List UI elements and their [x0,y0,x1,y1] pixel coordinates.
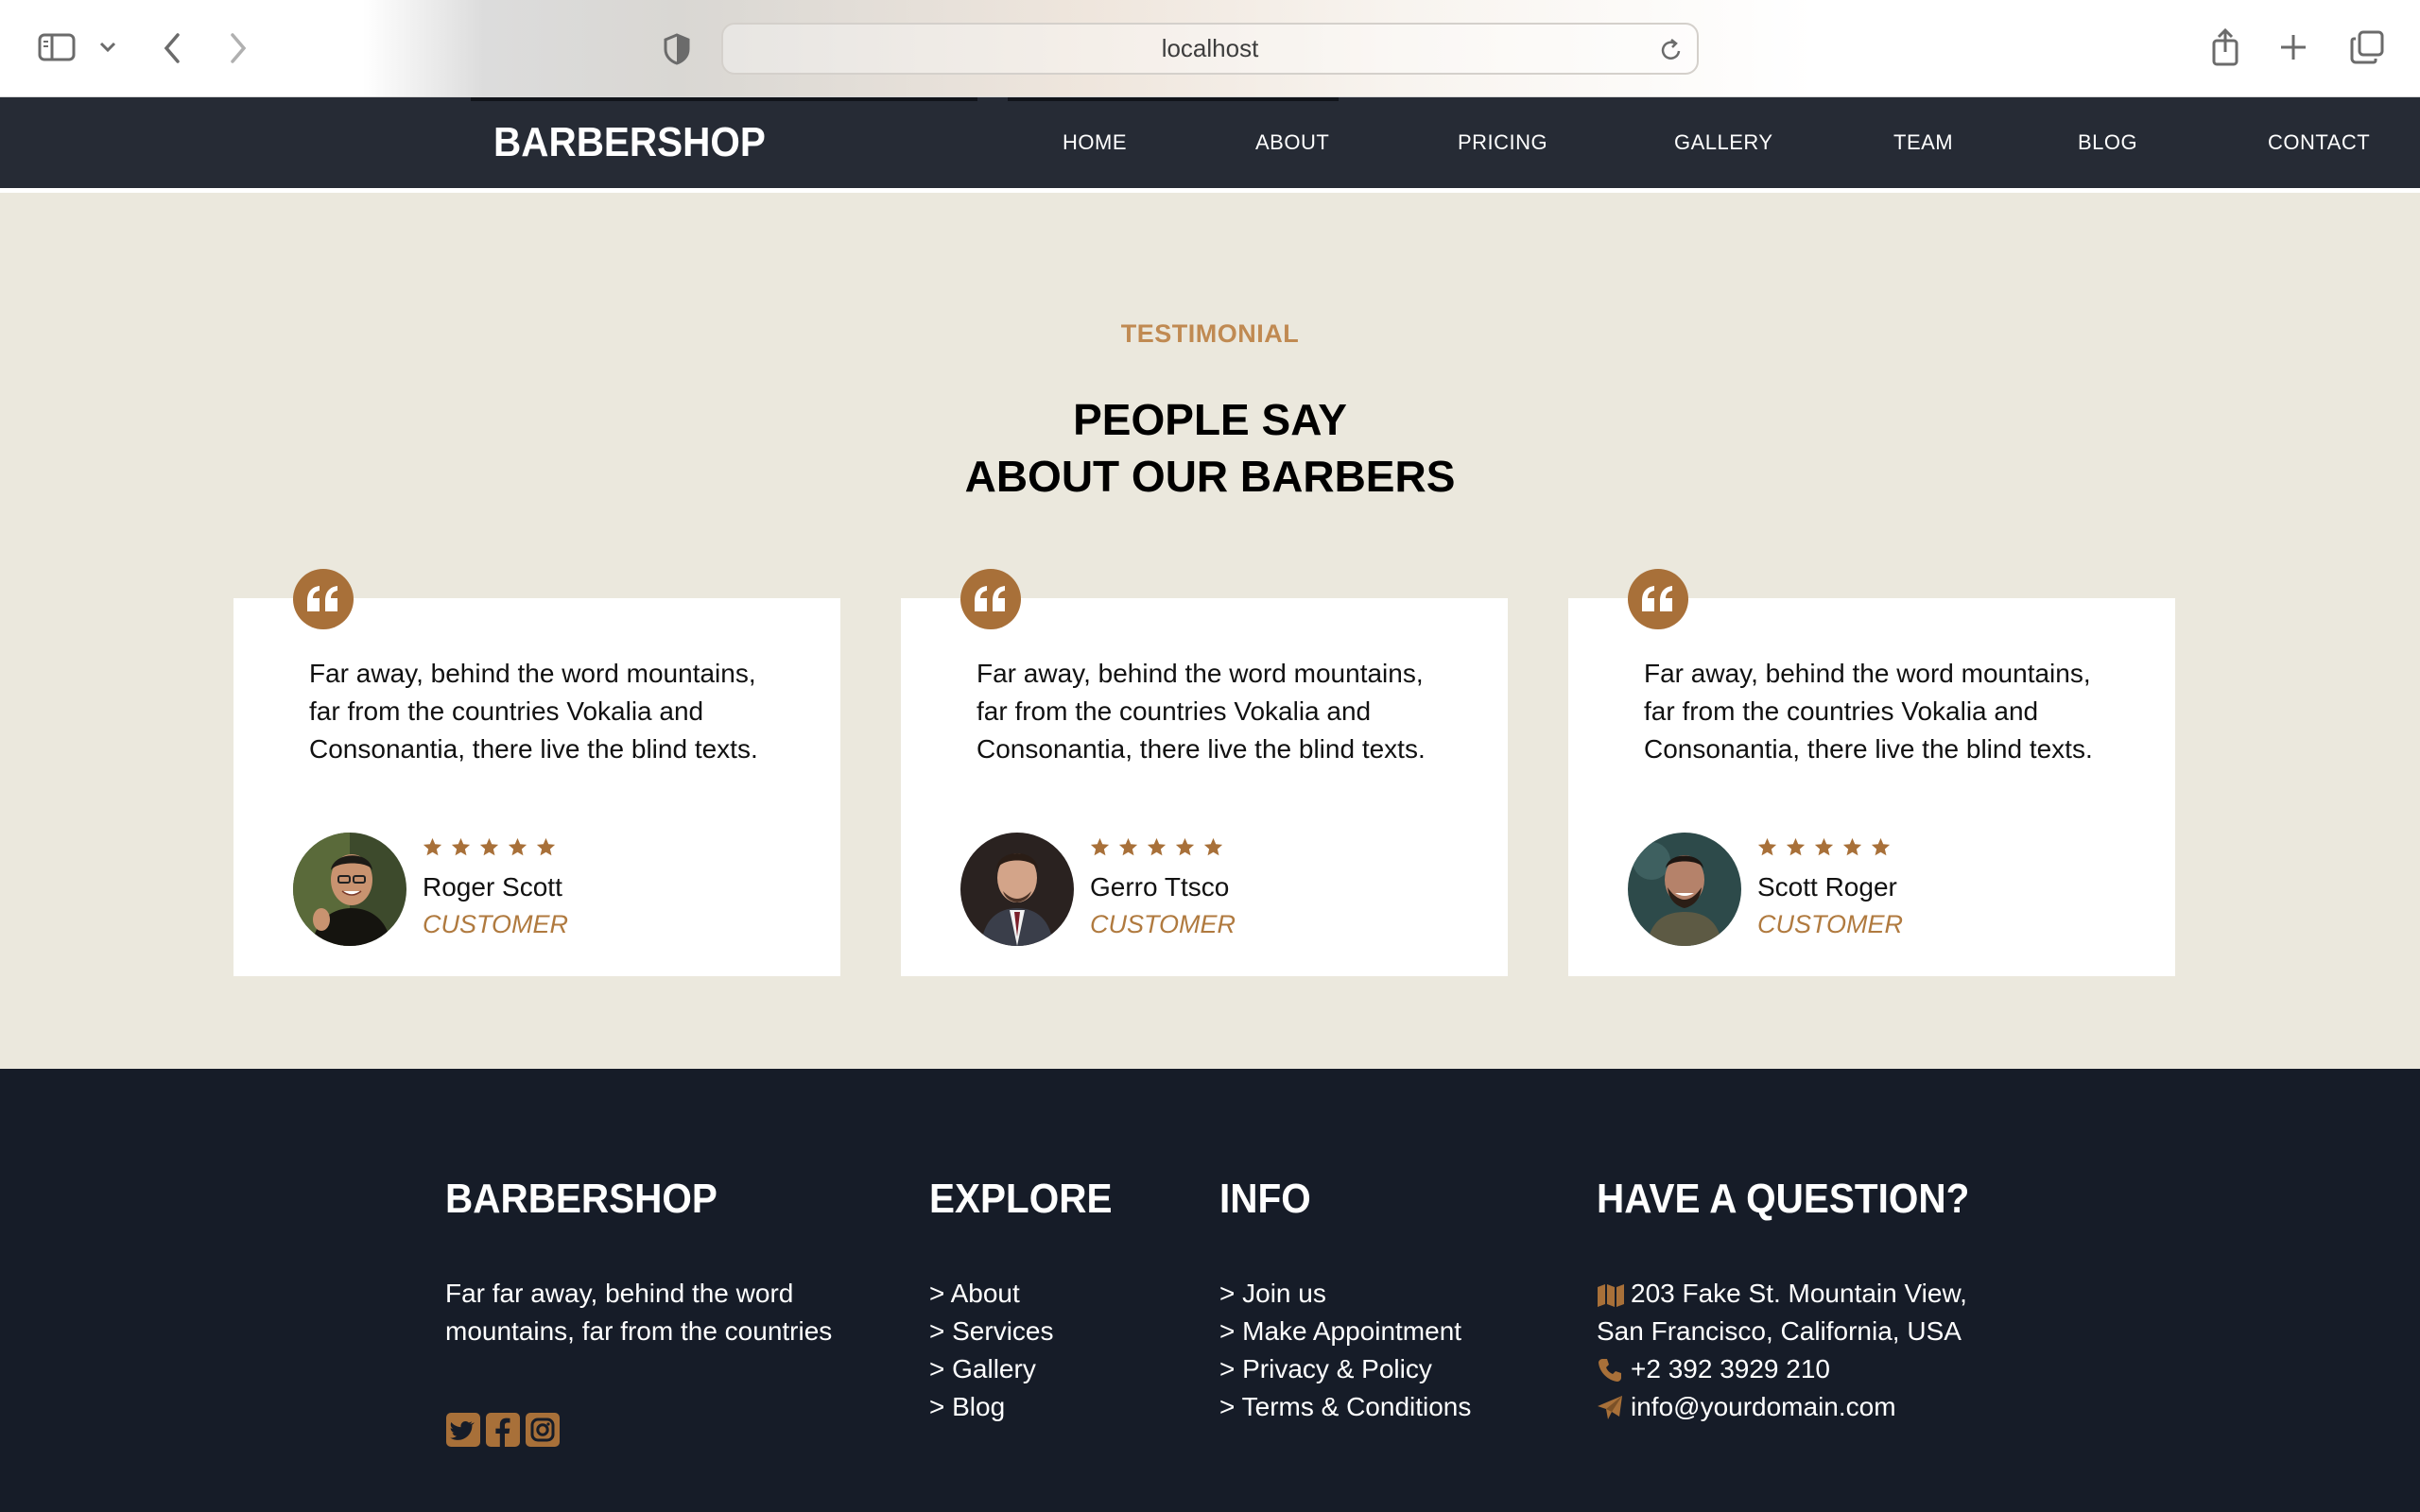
avatar [1628,833,1741,946]
customer-role: CUSTOMER [423,910,569,938]
footer-brand: BARBERSHOP [445,1176,717,1222]
address-line: 203 Fake St. Mountain View, [1597,1275,1967,1313]
tabs-overview-icon[interactable] [2348,28,2386,66]
new-tab-icon[interactable] [2276,30,2310,64]
star-icon [1203,837,1223,857]
customer-name: Roger Scott [423,872,562,902]
star-icon [1090,837,1110,857]
nav-home[interactable]: HOME [1063,97,1127,188]
customer-name: Gerro Ttsco [1090,872,1230,902]
testimonial-text: Far away, behind the word mountains, far… [309,659,758,764]
site-logo[interactable]: BARBERSHOP [493,97,766,188]
footer-explore-list: > About > Services > Gallery > Blog [929,1275,1054,1426]
star-icon [423,837,442,857]
nav-pricing[interactable]: PRICING [1458,97,1547,188]
phone-icon [1597,1356,1623,1383]
nav-contact[interactable]: CONTACT [2268,97,2370,188]
sidebar-icon[interactable] [36,30,78,64]
star-icon [1814,837,1834,857]
social-links [445,1412,561,1448]
footer-link-privacy[interactable]: > Privacy & Policy [1219,1350,1471,1388]
footer-info-title: INFO [1219,1176,1311,1222]
site-footer: BARBERSHOP Far far away, behind the word… [0,1069,2420,1512]
footer-link-about[interactable]: > About [929,1275,1054,1313]
twitter-icon[interactable] [445,1412,481,1448]
quote-icon [1628,569,1688,629]
footer-about-text: Far far away, behind the word mountains,… [445,1279,833,1346]
address-line-1: 203 Fake St. Mountain View, [1631,1279,1967,1308]
star-icon [451,837,471,857]
star-icon [1175,837,1195,857]
forward-icon[interactable] [225,30,251,66]
star-icon [1118,837,1138,857]
site-navbar: BARBERSHOP HOME ABOUT PRICING GALLERY TE… [0,97,2420,188]
browser-toolbar: localhost [0,0,2420,97]
share-icon[interactable] [2208,26,2242,68]
footer-link-terms[interactable]: > Terms & Conditions [1219,1388,1471,1426]
footer-explore-title: EXPLORE [929,1176,1113,1222]
rating-stars [1757,837,1891,857]
email-address[interactable]: info@yourdomain.com [1631,1388,1896,1426]
testimonial-card: Far away, behind the word mountains, far… [1568,569,2175,976]
rating-stars [1090,837,1223,857]
star-icon [508,837,527,857]
footer-link-blog[interactable]: > Blog [929,1388,1054,1426]
footer-link-join[interactable]: > Join us [1219,1275,1471,1313]
nav-links: HOME ABOUT PRICING GALLERY TEAM BLOG CON… [983,97,2420,188]
star-icon [1757,837,1777,857]
facebook-icon[interactable] [485,1412,521,1448]
nav-about[interactable]: ABOUT [1255,97,1329,188]
customer-name: Scott Roger [1757,872,1897,902]
quote-icon [960,569,1021,629]
testimonial-section: TESTIMONIAL PEOPLE SAY ABOUT OUR BARBERS… [0,193,2420,1069]
back-icon[interactable] [159,30,185,66]
footer-contact-block: 203 Fake St. Mountain View, San Francisc… [1597,1275,1967,1426]
footer-info-list: > Join us > Make Appointment > Privacy &… [1219,1275,1471,1426]
address-bar[interactable]: localhost [721,23,1699,75]
url-text: localhost [1161,34,1259,62]
customer-role: CUSTOMER [1090,910,1236,938]
phone-line[interactable]: +2 392 3929 210 [1597,1350,1967,1388]
map-icon [1597,1280,1624,1307]
instagram-icon[interactable] [525,1412,561,1448]
footer-link-appointment[interactable]: > Make Appointment [1219,1313,1471,1350]
chevron-down-icon[interactable] [98,36,117,59]
privacy-shield-icon[interactable] [659,32,695,66]
rating-stars [423,837,556,857]
reload-icon[interactable] [1659,37,1684,63]
email-line[interactable]: info@yourdomain.com [1597,1388,1967,1426]
footer-link-gallery[interactable]: > Gallery [929,1350,1054,1388]
nav-gallery[interactable]: GALLERY [1674,97,1773,188]
section-heading: PEOPLE SAY ABOUT OUR BARBERS [0,391,2420,505]
star-icon [1842,837,1862,857]
testimonial-card: Far away, behind the word mountains, far… [901,569,1508,976]
star-icon [1871,837,1891,857]
section-eyebrow: TESTIMONIAL [1120,319,1300,348]
nav-blog[interactable]: BLOG [2078,97,2137,188]
testimonial-text: Far away, behind the word mountains, far… [1644,659,2093,764]
footer-link-services[interactable]: > Services [929,1313,1054,1350]
testimonial-text: Far away, behind the word mountains, far… [977,659,1426,764]
phone-number[interactable]: +2 392 3929 210 [1631,1350,1830,1388]
avatar [293,833,406,946]
nav-team[interactable]: TEAM [1893,97,1953,188]
avatar [960,833,1074,946]
heading-line-1: PEOPLE SAY [1073,395,1347,444]
quote-icon [293,569,354,629]
star-icon [479,837,499,857]
heading-line-2: ABOUT OUR BARBERS [964,452,1456,501]
star-icon [1786,837,1806,857]
star-icon [536,837,556,857]
star-icon [1147,837,1167,857]
paper-plane-icon [1597,1394,1623,1420]
testimonial-card: Far away, behind the word mountains, far… [233,569,840,976]
address-line-2: San Francisco, California, USA [1597,1316,1962,1346]
footer-question-title: HAVE A QUESTION? [1597,1176,1970,1222]
customer-role: CUSTOMER [1757,910,1904,938]
